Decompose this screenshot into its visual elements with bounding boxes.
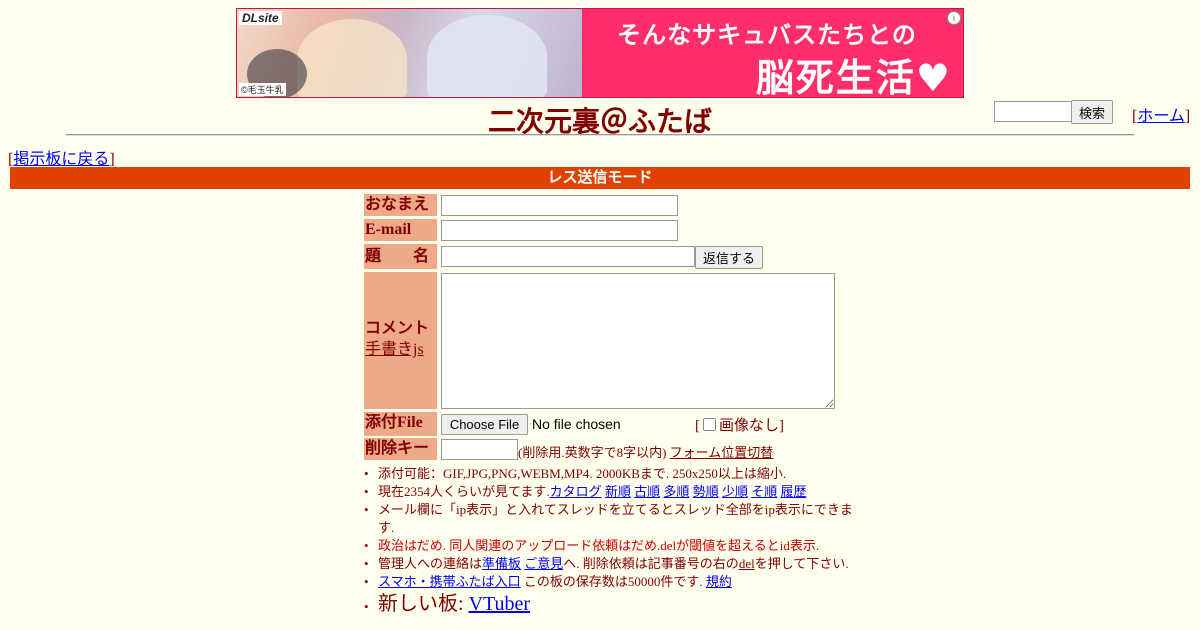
admin-note-mid: へ. 削除依頼は記事番号の右の bbox=[563, 556, 739, 571]
list-item: スマホ・携帯ふたば入口 この板の保存数は50000件です. 規約 bbox=[364, 573, 864, 591]
header-divider bbox=[66, 134, 1134, 136]
handwriting-link[interactable]: 手書きjs bbox=[365, 341, 424, 358]
list-item: 政治はだめ. 同人関連のアップロード依頼はだめ.delが閾値を超えるとid表示. bbox=[364, 537, 864, 555]
search-input[interactable] bbox=[994, 101, 1074, 122]
reply-mode-bar: レス送信モード bbox=[10, 167, 1190, 189]
attach-note: 添付可能：GIF,JPG,PNG,WEBM,MP4. 2000KBまで. 250… bbox=[378, 466, 787, 481]
sort-old-link[interactable]: 古順 bbox=[634, 484, 660, 499]
prep-board-link[interactable]: 準備板 bbox=[482, 556, 521, 571]
ip-display-note: メール欄に「ip表示」と入れてスレッドを立てるとスレッド全部をip表示にできます… bbox=[378, 502, 853, 535]
sort-so-link[interactable]: そ順 bbox=[751, 484, 777, 499]
delete-key-input[interactable] bbox=[441, 439, 518, 460]
ad-info-icon[interactable]: i bbox=[947, 11, 961, 25]
no-image-option: [画像なし] bbox=[695, 418, 785, 434]
back-link-wrap: [掲示板に戻る] bbox=[8, 151, 115, 168]
list-item: 添付可能：GIF,JPG,PNG,WEBM,MP4. 2000KBまで. 250… bbox=[364, 465, 864, 483]
back-to-board-link[interactable]: 掲示板に戻る bbox=[13, 151, 109, 168]
admin-note-prefix: 管理人への連絡は bbox=[378, 556, 483, 571]
submit-reply-button[interactable]: 返信する bbox=[695, 246, 763, 269]
sort-momentum-link[interactable]: 勢順 bbox=[693, 484, 719, 499]
del-term: del bbox=[738, 556, 755, 571]
comment-textarea[interactable] bbox=[441, 273, 835, 409]
catalog-link[interactable]: カタログ bbox=[550, 484, 602, 499]
no-image-label: 画像なし bbox=[719, 418, 780, 434]
comment-label: コメント bbox=[365, 320, 430, 337]
no-image-checkbox[interactable] bbox=[703, 418, 716, 431]
sort-most-link[interactable]: 多順 bbox=[663, 484, 689, 499]
list-item: 現在2354人くらいが見てます.カタログ 新順 古順 多順 勢順 少順 そ順 履… bbox=[364, 483, 864, 501]
banner-tagline: そんなサキュバスたちとの bbox=[617, 21, 917, 49]
subject-label: 題 名 bbox=[364, 244, 437, 269]
home-link-wrap: [ホーム] bbox=[1132, 108, 1191, 125]
email-input[interactable] bbox=[441, 220, 678, 241]
banner-artwork bbox=[237, 9, 582, 97]
list-item: メール欄に「ip表示」と入れてスレッドを立てるとスレッド全部をip表示にできます… bbox=[364, 501, 864, 537]
banner-credit: ©毛玉牛乳 bbox=[239, 83, 286, 96]
politics-note: 政治はだめ. 同人関連のアップロード依頼はだめ.delが閾値を超えるとid表示. bbox=[378, 538, 820, 553]
search-button[interactable]: 検索 bbox=[1071, 100, 1113, 124]
history-link[interactable]: 履歴 bbox=[780, 484, 806, 499]
name-input[interactable] bbox=[441, 195, 678, 216]
name-label: おなまえ bbox=[364, 194, 437, 216]
choose-file-button[interactable]: Choose File bbox=[441, 414, 528, 435]
new-board-label: 新しい板: bbox=[378, 593, 464, 615]
file-status: No file chosen bbox=[532, 416, 621, 432]
list-item: 新しい板: VTuber bbox=[364, 591, 864, 620]
subject-input[interactable] bbox=[441, 246, 695, 267]
viewer-count: 現在2354人くらいが見てます. bbox=[378, 484, 550, 499]
email-label: E-mail bbox=[364, 219, 437, 241]
sort-fewest-link[interactable]: 少順 bbox=[722, 484, 748, 499]
delete-key-note-wrap: (削除用.英数字で8字以内) フォーム位置切替 bbox=[518, 442, 773, 461]
list-item: 管理人への連絡は準備板 ご意見へ. 削除依頼は記事番号の右のdelを押して下さい… bbox=[364, 555, 864, 573]
banner-headline: 脳死生活♥ bbox=[755, 56, 952, 98]
mobile-entry-link[interactable]: スマホ・携帯ふたば入口 bbox=[378, 574, 521, 589]
sort-new-link[interactable]: 新順 bbox=[605, 484, 631, 499]
delete-key-label: 削除キー bbox=[364, 438, 437, 460]
delete-key-note: (削除用.英数字で8字以内) bbox=[518, 445, 667, 460]
retention-note: この板の保存数は50000件です. bbox=[523, 574, 703, 589]
new-board-link[interactable]: VTuber bbox=[469, 593, 531, 615]
home-link[interactable]: ホーム bbox=[1137, 108, 1185, 125]
banner-ad[interactable]: DLsite ©毛玉牛乳 そんなサキュバスたちとの 脳死生活♥ i bbox=[236, 8, 964, 98]
form-position-toggle-link[interactable]: フォーム位置切替 bbox=[670, 445, 774, 460]
board-notes: 添付可能：GIF,JPG,PNG,WEBM,MP4. 2000KBまで. 250… bbox=[364, 465, 864, 620]
file-label: 添付File bbox=[364, 412, 437, 436]
dlsite-logo: DLsite bbox=[239, 11, 282, 25]
rules-link[interactable]: 規約 bbox=[706, 574, 732, 589]
comment-label-cell: コメント 手書きjs bbox=[364, 272, 437, 409]
feedback-link[interactable]: ご意見 bbox=[524, 556, 563, 571]
admin-note-suffix: を押して下さい. bbox=[754, 556, 849, 571]
